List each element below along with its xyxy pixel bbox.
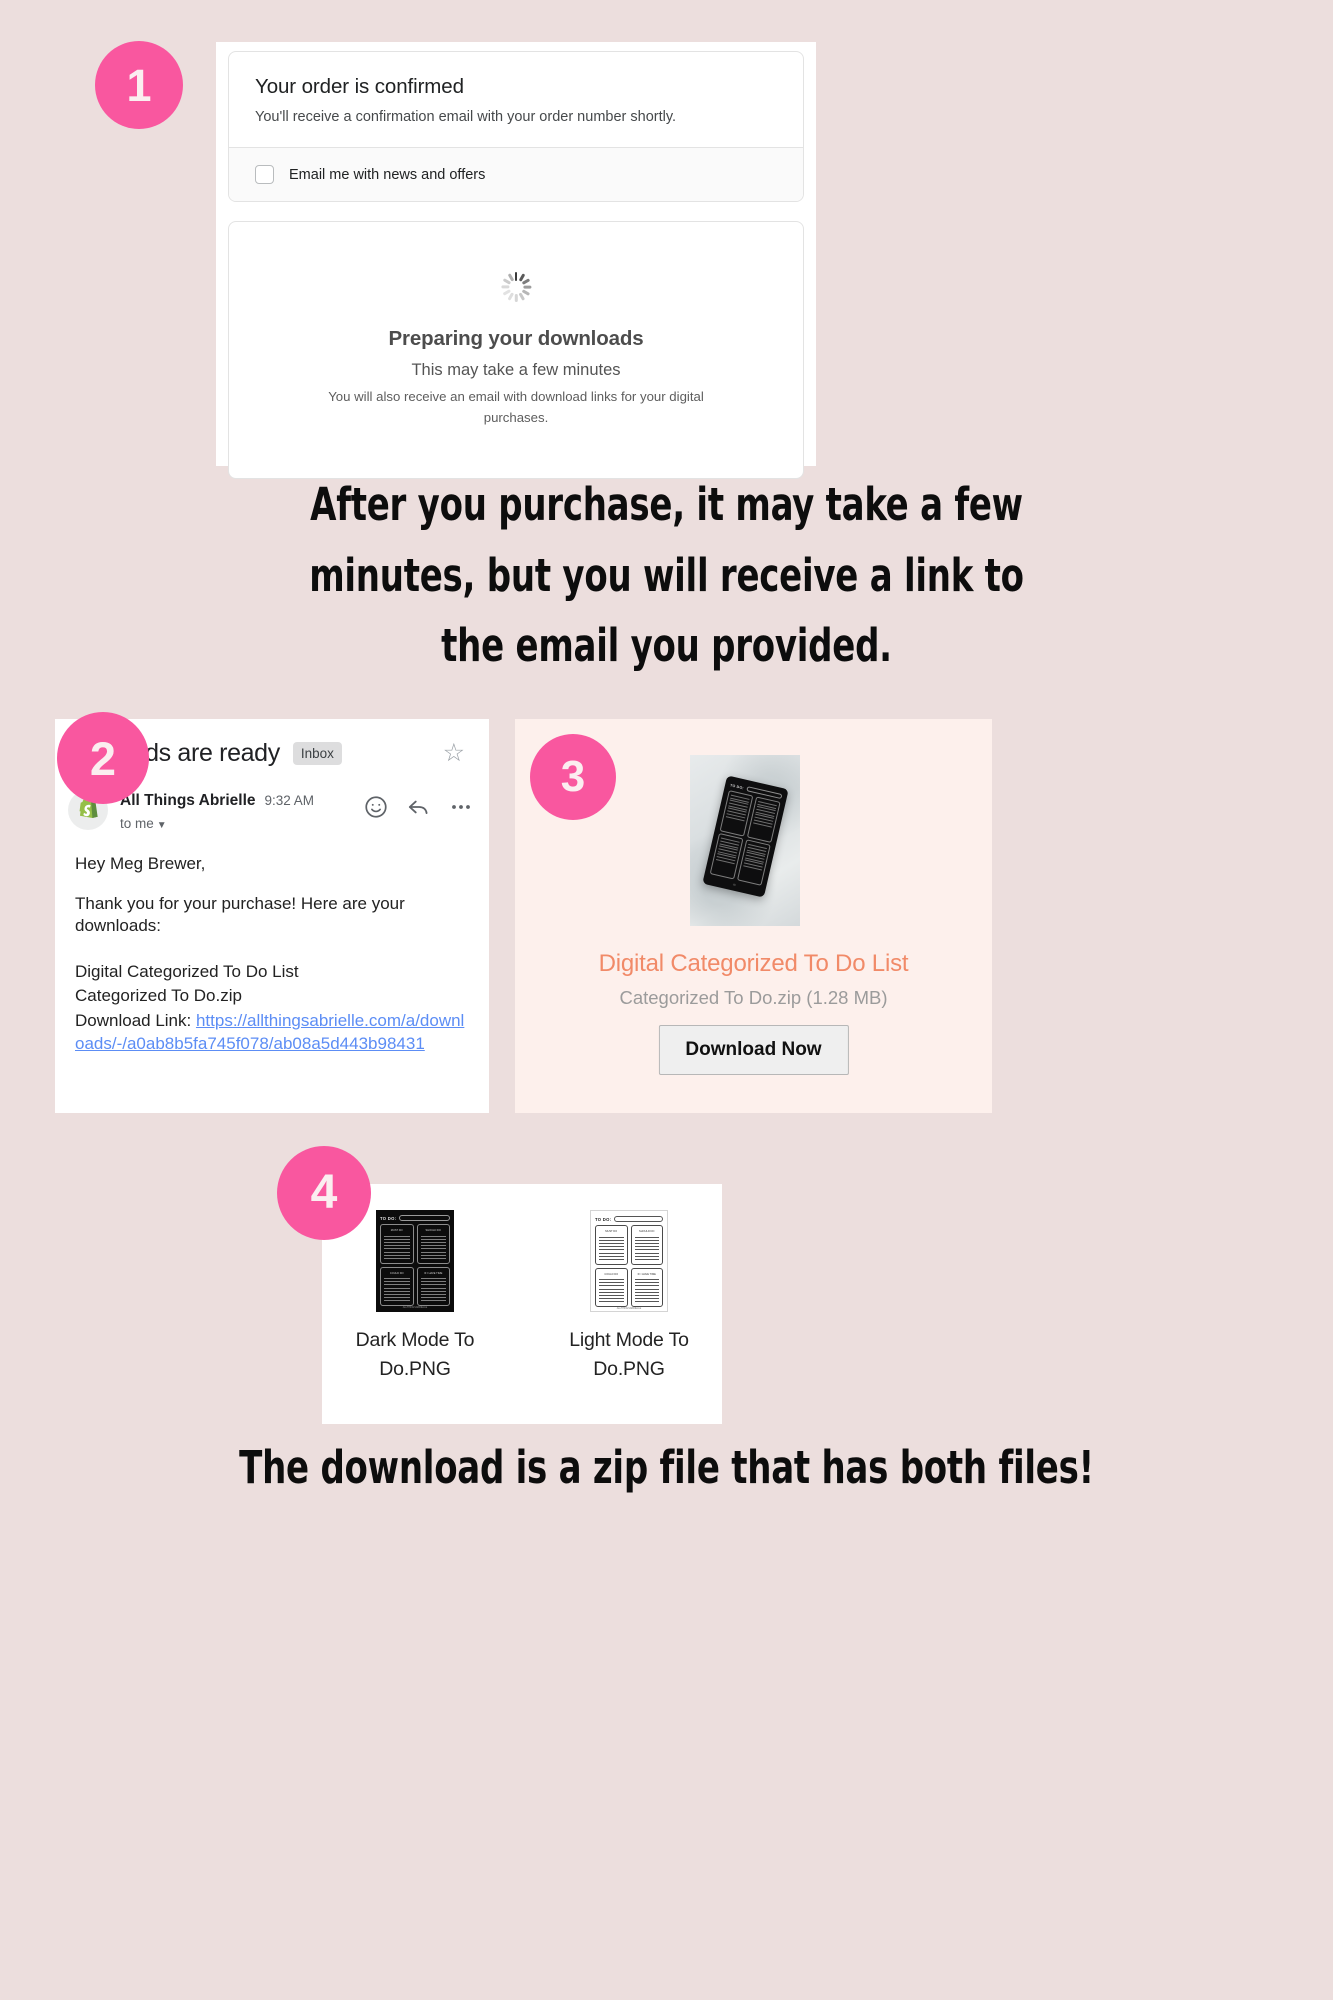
email-download-block: Digital Categorized To Do List Categoriz… — [75, 961, 469, 1055]
email-product-name: Digital Categorized To Do List — [75, 961, 299, 981]
todo-page-dark: TO DO: MUST DO SHOULD DO COULD DO IF I H… — [376, 1210, 454, 1312]
todo-quadrant: SHOULD DO — [630, 1225, 663, 1265]
zip-file-label: Light Mode To Do.PNG — [569, 1329, 689, 1381]
todo-page-title: TO DO: — [595, 1216, 612, 1222]
newsletter-checkbox-label: Email me with news and offers — [289, 166, 486, 183]
todo-quadrant: MUST DO — [380, 1224, 414, 1264]
email-download-link-prefix: Download Link: — [75, 1011, 196, 1031]
headline-line: After you purchase, it may take a few — [310, 478, 1023, 531]
star-outline-icon[interactable]: ☆ — [443, 741, 465, 766]
zip-contents-panel: TO DO: MUST DO SHOULD DO COULD DO IF I H… — [322, 1184, 722, 1424]
email-inbox-chip[interactable]: Inbox — [292, 742, 342, 765]
step-badge-4: 4 — [277, 1146, 371, 1240]
todo-page-light: TO DO: MUST DO SHOULD DO COULD DO IF I H… — [590, 1210, 668, 1312]
zip-file-label: Dark Mode To Do.PNG — [355, 1329, 475, 1381]
todo-title-blank — [614, 1216, 663, 1222]
tablet-quadrant — [746, 796, 781, 843]
more-options-icon[interactable] — [449, 795, 473, 823]
chevron-down-icon[interactable]: ▼ — [157, 820, 167, 831]
list-item[interactable]: TO DO: MUST DO SHOULD DO COULD DO IF I H… — [559, 1210, 699, 1385]
tablet-device-mock: TO DO: — [702, 775, 789, 898]
email-timestamp: 9:32 AM — [264, 793, 315, 808]
reply-arrow-icon[interactable] — [406, 794, 432, 824]
tablet-todo-title: TO DO: — [729, 782, 745, 790]
instruction-headline-top: After you purchase, it may take a few mi… — [107, 470, 1227, 682]
light-mode-todo-thumbnail: TO DO: MUST DO SHOULD DO COULD DO IF I H… — [590, 1210, 668, 1312]
newsletter-checkbox[interactable] — [255, 165, 274, 184]
zip-file-list: TO DO: MUST DO SHOULD DO COULD DO IF I H… — [322, 1184, 722, 1385]
order-confirmed-title: Your order is confirmed — [255, 75, 464, 98]
list-item[interactable]: TO DO: MUST DO SHOULD DO COULD DO IF I H… — [345, 1210, 485, 1385]
todo-title-blank — [399, 1215, 450, 1221]
order-confirmed-subtitle: You'll receive a confirmation email with… — [255, 109, 677, 125]
order-confirmed-header: Your order is confirmed You'll receive a… — [229, 52, 803, 147]
preparing-downloads-card: Preparing your downloads This may take a… — [228, 221, 804, 479]
email-greeting: Hey Meg Brewer, — [75, 854, 206, 873]
todo-quadrant: IF I HAVE TIME — [416, 1266, 450, 1306]
email-sender-block: All Things Abrielle 9:32 AM to me ▼ — [120, 790, 314, 831]
download-now-button[interactable]: Download Now — [658, 1025, 849, 1075]
dark-mode-todo-thumbnail: TO DO: MUST DO SHOULD DO COULD DO IF I H… — [376, 1210, 454, 1312]
newsletter-optin-row[interactable]: Email me with news and offers — [229, 147, 803, 201]
order-confirmed-card: Your order is confirmed You'll receive a… — [228, 51, 804, 202]
email-body: Hey Meg Brewer, Thank you for your purch… — [55, 831, 489, 1055]
email-recipient[interactable]: to me ▼ — [120, 816, 314, 831]
instruction-headline-bottom: The download is a zip file that has both… — [239, 1441, 1094, 1494]
todo-quadrant: SHOULD DO — [416, 1224, 450, 1264]
email-sender-name: All Things Abrielle — [120, 792, 256, 809]
tablet-quadrant — [736, 839, 771, 886]
tablet-home-button — [732, 883, 736, 887]
email-action-icons — [363, 790, 473, 824]
download-file-meta: Categorized To Do.zip (1.28 MB) — [619, 987, 888, 1008]
order-confirmation-panel: Your order is confirmed You'll receive a… — [216, 42, 816, 479]
todo-page-footer: ALLTHINGSABRIELLE — [616, 1307, 642, 1310]
email-recipient-label: to me — [120, 816, 154, 831]
todo-quadrant: IF I HAVE TIME — [630, 1267, 663, 1307]
step-badge-3: 3 — [530, 734, 616, 820]
loading-spinner-icon — [500, 272, 531, 303]
email-body-text: Thank you for your purchase! Here are yo… — [75, 893, 405, 936]
download-product-title: Digital Categorized To Do List — [598, 950, 909, 977]
todo-page-footer: ALLTHINGSABRIELLE — [402, 1306, 428, 1309]
todo-quadrant: MUST DO — [595, 1225, 628, 1265]
email-file-name: Categorized To Do.zip — [75, 986, 242, 1006]
headline-line: the email you provided. — [441, 619, 892, 672]
preparing-downloads-subtitle: This may take a few minutes — [411, 361, 621, 380]
todo-page-title: TO DO: — [380, 1215, 397, 1221]
tablet-quadrant-grid — [709, 790, 781, 886]
tablet-todo-list-photo: TO DO: — [690, 755, 800, 926]
step-badge-1: 1 — [95, 41, 183, 129]
preparing-downloads-heading: Preparing your downloads — [388, 327, 644, 351]
preparing-downloads-note: You will also receive an email with down… — [328, 389, 704, 425]
step-badge-2: 2 — [57, 712, 149, 804]
todo-quadrant: COULD DO — [595, 1267, 628, 1307]
email-download-link-row: Download Link: https://allthingsabrielle… — [75, 1010, 469, 1055]
add-reaction-icon[interactable] — [363, 794, 389, 824]
headline-line: minutes, but you will receive a link to — [309, 548, 1024, 602]
todo-quadrant: COULD DO — [380, 1266, 414, 1306]
